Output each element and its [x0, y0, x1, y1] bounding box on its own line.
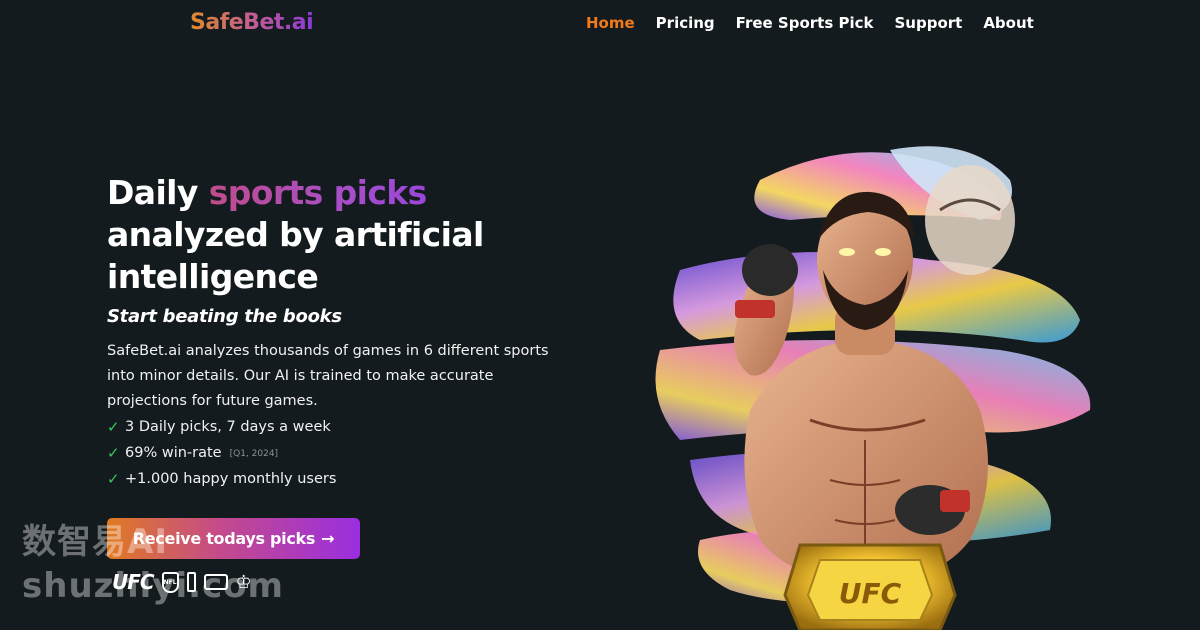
league-logos: UFC NFL ♔ [112, 570, 252, 594]
fighter-illustration: UFC [655, 146, 1091, 630]
nav-home[interactable]: Home [586, 14, 635, 32]
belt-text: UFC [839, 577, 902, 610]
check-icon: ✓ [107, 418, 120, 436]
feature-item: ✓ 3 Daily picks, 7 days a week [107, 414, 336, 440]
ufc-logo-icon: UFC [112, 570, 155, 594]
nba-logo-icon [186, 572, 196, 592]
feature-text: 69% win-rate [125, 445, 222, 461]
nav-pricing[interactable]: Pricing [656, 14, 715, 32]
hero-headline: Daily sports picks analyzed by artificia… [107, 172, 567, 298]
check-icon: ✓ [107, 470, 120, 488]
feature-text: +1.000 happy monthly users [125, 471, 337, 487]
feature-note: [Q1, 2024] [229, 449, 279, 459]
main-nav: Home Pricing Free Sports Pick Support Ab… [586, 14, 1034, 32]
receive-picks-button[interactable]: Receive todays picks → [107, 518, 360, 559]
nav-support[interactable]: Support [894, 14, 962, 32]
feature-text: 3 Daily picks, 7 days a week [125, 419, 331, 435]
nfl-logo-icon: NFL [161, 571, 179, 593]
nav-free-sports-pick[interactable]: Free Sports Pick [736, 14, 874, 32]
brand-logo[interactable]: SafeBet.ai [190, 10, 314, 35]
headline-pre: Daily [107, 173, 209, 212]
check-icon: ✓ [107, 444, 120, 462]
nav-about[interactable]: About [983, 14, 1034, 32]
cta-label: Receive todays picks [132, 529, 316, 548]
hero-description: SafeBet.ai analyzes thousands of games i… [107, 343, 549, 409]
arrow-right-icon: → [321, 529, 335, 548]
feature-item: ✓ +1.000 happy monthly users [107, 466, 336, 492]
feature-list: ✓ 3 Daily picks, 7 days a week ✓ 69% win… [107, 414, 336, 492]
headline-post: analyzed by artificial intelligence [107, 215, 484, 296]
premier-league-logo-icon: ♔ [235, 571, 252, 593]
feature-item: ✓ 69% win-rate [Q1, 2024] [107, 440, 336, 466]
hero-subhead: Start beating the books [107, 306, 342, 327]
mlb-logo-icon [203, 574, 228, 590]
headline-accent: sports picks [208, 173, 428, 212]
